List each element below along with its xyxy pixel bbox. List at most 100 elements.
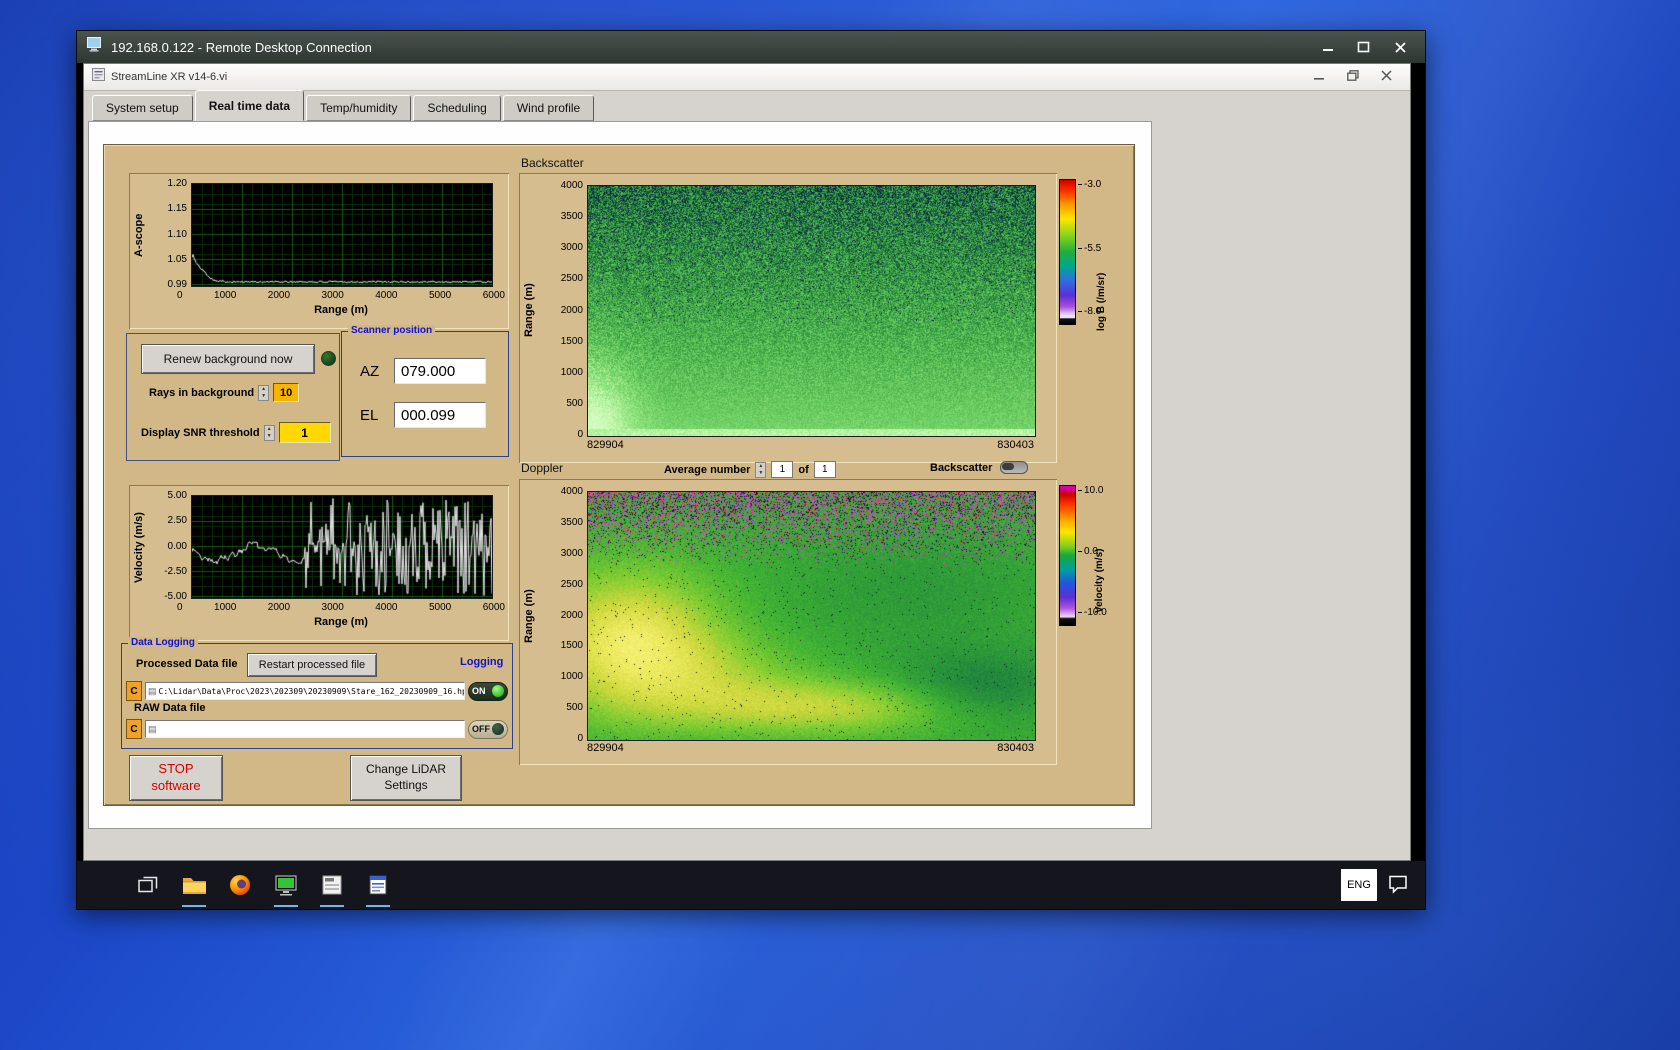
app-window-controls [1314,68,1402,86]
app-titlebar[interactable]: StreamLine XR v14-6.vi [84,64,1410,91]
azimuth-row: AZ 079.000 [360,358,486,384]
restart-processed-file-button[interactable]: Restart processed file [247,653,377,677]
tick-label: 1000 [560,671,583,683]
tick-label: 6000 [482,290,505,301]
taskbar: ENG [77,861,1425,909]
stop-software-button[interactable]: STOP software [129,755,223,801]
app-close-button[interactable] [1381,68,1392,86]
processed-path-field[interactable]: ▤ C:\Lidar\Data\Proc\2023\202309\2023090… [145,682,465,700]
change-lidar-settings-button[interactable]: Change LiDAR Settings [350,755,462,801]
average-number-value[interactable]: 1 [771,461,794,478]
doppler-plot-area [587,491,1036,741]
processed-toggle-state: ON [472,686,486,696]
desktop: 192.168.0.122 - Remote Desktop Connectio… [0,0,1680,1050]
scan-schedule-icon[interactable] [309,861,355,909]
raw-drive-button[interactable]: C [126,719,142,739]
renew-background-label: Renew background now [163,352,293,366]
toggle-knob [1002,463,1015,470]
doppler-ytick-labels: 4000 3500 3000 2500 2000 1500 1000 500 0 [545,486,583,744]
language-indicator[interactable]: ENG [1341,869,1377,901]
firefox-icon[interactable] [217,861,263,909]
raw-data-file-label: RAW Data file [134,702,206,714]
ascope-ytick-labels: 1.20 1.15 1.10 1.05 0.99 [151,178,187,290]
rdp-minimize-button[interactable] [1313,37,1343,57]
backscatter-colorbar-label: log B (/m/sr) [1096,272,1107,331]
backscatter-plot-area [587,185,1036,437]
raw-path-field[interactable]: ▤ [145,720,465,738]
processed-logging-toggle[interactable]: ON [468,681,508,701]
backscatter-ylabel: Range (m) [523,283,535,337]
rdp-close-button[interactable] [1383,37,1417,57]
tick-label: 0 [177,602,183,613]
raw-path-row: C ▤ OFF [126,719,508,739]
task-view-icon[interactable] [125,861,171,909]
app-restore-button[interactable] [1347,68,1359,86]
average-total-value: 1 [813,461,836,478]
background-controls-group: Renew background now Rays in background … [126,333,340,461]
tick-label: 1500 [560,335,583,347]
average-spinner[interactable]: ▲ ▼ [755,461,767,478]
snr-threshold-row: Display SNR threshold ▲ ▼ 1 [141,422,331,443]
backscatter-colorbar: -3.0 -5.5 -8.0 [1059,179,1101,325]
main-panel: A-scope 1.20 1.15 1.10 1.05 0.99 0 1000 2000 30… [103,144,1135,806]
tab-page-real-time-data: A-scope 1.20 1.15 1.10 1.05 0.99 0 1000 2000 30… [88,121,1152,829]
tick-label: 5000 [428,602,452,613]
ascope-plot-area [191,183,493,287]
tick-label: 3500 [560,211,583,223]
snr-spinner[interactable]: ▲ ▼ [263,424,275,441]
snr-label: Display SNR threshold [141,426,260,439]
tick-label: 2500 [560,273,583,285]
app-minimize-button[interactable] [1314,68,1325,86]
velocity-ylabel: Velocity (m/s) [133,512,145,584]
tick-label: 2000 [267,602,291,613]
renew-background-button[interactable]: Renew background now [141,344,315,374]
scanner-position-group: Scanner position AZ 079.000 EL 000.099 [341,325,509,457]
tick-label: 0.99 [167,279,187,290]
backscatter-toggle-label: Backscatter [930,461,993,474]
tab-scheduling[interactable]: Scheduling [413,95,501,121]
tab-real-time-data[interactable]: Real time data [194,90,305,121]
tick-label: 1000 [214,290,237,301]
rdp-titlebar[interactable]: 192.168.0.122 - Remote Desktop Connectio… [77,31,1425,64]
tick-label: 3000 [560,242,583,254]
tab-temp-humidity[interactable]: Temp/humidity [306,95,412,121]
rays-value[interactable]: 10 [273,383,300,402]
tick-label: 500 [566,397,583,409]
backscatter-display-toggle[interactable] [1000,461,1029,474]
folder-glyph-icon: ▤ [148,685,157,696]
tab-system-setup[interactable]: System setup [92,95,193,121]
tick-label: 0 [177,290,183,301]
file-explorer-icon[interactable] [171,861,217,909]
tick-label: 2.50 [167,515,187,527]
document-app-icon[interactable] [355,861,401,909]
ascope-xlabel: Range (m) [314,304,368,316]
doppler-title: Doppler [521,461,564,475]
doppler-x-end: 830403 [997,742,1034,754]
tick-label: 4000 [560,486,583,497]
rdp-computer-icon [87,37,103,57]
tick-label: 1.15 [167,203,187,215]
tick-label: 2000 [560,304,583,316]
streamline-window: StreamLine XR v14-6.vi System setup Real… [83,63,1411,861]
remote-desktop: StreamLine XR v14-6.vi System setup Real… [77,63,1425,909]
processed-drive-button[interactable]: C [126,681,142,701]
rays-spinner[interactable]: ▲ ▼ [258,384,270,401]
rdp-maximize-button[interactable] [1348,37,1378,57]
raw-logging-toggle[interactable]: OFF [468,719,508,739]
tick-label: 3000 [560,547,583,559]
backscatter-x-end: 830403 [997,439,1034,451]
remote-viewer-icon[interactable] [263,861,309,909]
az-value[interactable]: 079.000 [394,358,486,384]
backscatter-xtick-labels: 829904 830403 [587,439,1034,451]
az-label: AZ [360,362,380,380]
tick-label: 5.00 [167,490,187,501]
taskbar-tray: ENG [1341,869,1425,901]
snr-value[interactable]: 1 [278,422,331,443]
rays-in-background-row: Rays in background ▲ ▼ 10 [149,383,300,402]
action-center-icon[interactable] [1387,872,1409,899]
rdp-window-controls [1313,37,1417,57]
tab-wind-profile[interactable]: Wind profile [502,95,595,121]
tick-label: 0 [577,733,583,744]
doppler-ylabel: Range (m) [523,589,535,643]
el-value[interactable]: 000.099 [394,402,486,428]
